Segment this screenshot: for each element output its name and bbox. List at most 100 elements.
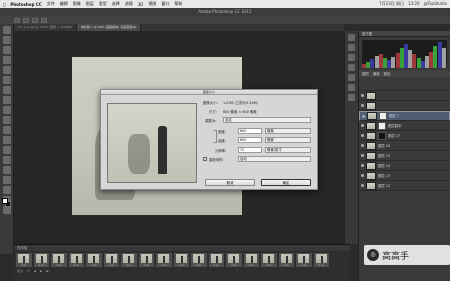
styles-panel-icon[interactable] [348, 84, 355, 91]
menu-window[interactable]: 窗口 [161, 1, 169, 7]
play-icon[interactable]: ▶ [40, 269, 42, 273]
layers-filter-bar[interactable] [359, 77, 450, 91]
apple-icon[interactable]:  [3, 2, 5, 7]
menu-3d[interactable]: 3D [138, 2, 144, 7]
timeline-frame[interactable]: 0.2s [208, 253, 225, 267]
frame-delay[interactable]: 0.2s [139, 264, 155, 267]
next-frame-icon[interactable]: ▶| [46, 269, 49, 273]
visibility-eye-icon[interactable] [361, 134, 364, 137]
timeline-frame[interactable]: 0.2s [138, 253, 155, 267]
ok-button[interactable]: 确定 [261, 179, 311, 186]
timeline-frame[interactable]: 0.2s [173, 253, 190, 267]
visibility-eye-icon[interactable] [361, 124, 364, 127]
hand-tool-icon[interactable] [2, 206, 11, 214]
blur-tool-icon[interactable] [2, 146, 11, 154]
visibility-eye-icon[interactable] [361, 174, 364, 177]
height-unit-select[interactable]: 像素 [265, 137, 311, 143]
history-brush-tool-icon[interactable] [2, 116, 11, 124]
visibility-eye-icon[interactable] [361, 144, 364, 147]
timeline-frame[interactable]: 0.2s [261, 253, 277, 267]
foreground-color-swatch[interactable] [2, 198, 8, 204]
width-input[interactable]: 600 [238, 128, 262, 134]
timeline-frame[interactable]: 0.2s [156, 253, 172, 267]
adjustments-panel-icon[interactable] [348, 74, 355, 81]
timeline-frame[interactable]: 0.2s [103, 253, 119, 267]
user-label[interactable]: @TaoStudio [424, 1, 447, 7]
swatches-panel-icon[interactable] [348, 64, 355, 71]
document-tab-1[interactable]: 0 1 1 1.psd @ 100% (图层 1, RGB/8) [14, 24, 77, 31]
visibility-eye-icon[interactable] [361, 164, 364, 167]
layer-row[interactable]: 图层 23 [359, 171, 450, 181]
frame-delay[interactable]: 0.2s [16, 264, 32, 267]
fit-select[interactable]: 自定 [223, 117, 311, 123]
frame-delay[interactable]: 0.2s [244, 264, 260, 267]
cancel-button[interactable]: 取消 [205, 179, 255, 186]
visibility-eye-icon[interactable] [361, 154, 364, 157]
brush-panel-icon[interactable] [348, 94, 355, 101]
menu-type[interactable]: 类型 [99, 1, 107, 7]
layer-row[interactable]: 图层副本 [359, 121, 450, 131]
brush-tool-icon[interactable] [2, 96, 11, 104]
frame-delay[interactable]: 0.2s [296, 264, 312, 267]
frame-delay[interactable]: 0.2s [156, 264, 172, 267]
menu-filter[interactable]: 滤镜 [125, 1, 133, 7]
frame-delay[interactable]: 0.2s [261, 264, 277, 267]
eraser-tool-icon[interactable] [2, 126, 11, 134]
menu-layer[interactable]: 图层 [86, 1, 94, 7]
document-tab-2[interactable]: 未标题-1 @ 50% (图层副本, 灰度蒙版/8) [76, 24, 142, 31]
frame-delay[interactable]: 0.2s [209, 264, 225, 267]
history-panel-icon[interactable] [348, 34, 355, 41]
timeline-frame[interactable]: 0.2s [226, 253, 242, 267]
timeline-frame[interactable]: 0.2s [121, 253, 137, 267]
prev-frame-icon[interactable]: ◀ [34, 269, 36, 273]
eyedropper-tool-icon[interactable] [2, 76, 11, 84]
properties-panel-icon[interactable] [348, 44, 355, 51]
visibility-eye-icon[interactable] [361, 104, 364, 107]
frame-delay[interactable]: 0.2s [226, 264, 242, 267]
color-panel-icon[interactable] [348, 54, 355, 61]
layer-row[interactable]: 图层 24 [359, 161, 450, 171]
option-control-3[interactable] [32, 17, 38, 23]
app-menu[interactable]: Photoshop CC [10, 2, 41, 7]
frame-delay[interactable]: 0.2s [314, 264, 330, 267]
layer-row[interactable] [359, 101, 450, 111]
menu-edit[interactable]: 编辑 [60, 1, 68, 7]
frame-delay[interactable]: 0.2s [191, 264, 207, 267]
width-unit-select[interactable]: 像素 [265, 128, 311, 134]
layer-row[interactable]: 图层 26 [359, 141, 450, 151]
layer-row[interactable]: 图层 27 [359, 131, 450, 141]
layer-row[interactable]: 图层 25 [359, 151, 450, 161]
layer-row[interactable]: 图层 1 [359, 111, 450, 121]
visibility-eye-icon[interactable] [362, 114, 365, 118]
layer-mask-thumbnail[interactable] [378, 131, 386, 140]
tab-paths[interactable]: 路径 [384, 71, 391, 77]
lasso-tool-icon[interactable] [2, 46, 11, 54]
frame-delay[interactable]: 0.2s [69, 264, 85, 267]
dialog-preview[interactable] [107, 103, 197, 183]
pen-tool-icon[interactable] [2, 166, 11, 174]
option-control-4[interactable] [41, 17, 47, 23]
option-control-1[interactable] [14, 17, 20, 23]
tab-layers[interactable]: 图层 [362, 71, 369, 77]
frame-delay[interactable]: 0.2s [51, 264, 67, 267]
timeline-frame[interactable]: 0.2s [33, 253, 49, 267]
frame-delay[interactable]: 0.2s [279, 264, 295, 267]
first-frame-icon[interactable]: ⏮ [27, 269, 30, 273]
layer-row[interactable] [359, 91, 450, 101]
timeline-frame[interactable]: 0.2s [68, 253, 85, 267]
menu-view[interactable]: 视图 [148, 1, 156, 7]
layer-mask-thumbnail[interactable] [378, 121, 386, 130]
layer-mask-thumbnail[interactable] [379, 112, 387, 120]
visibility-eye-icon[interactable] [361, 184, 364, 187]
timeline-frame[interactable]: 0.2s [16, 253, 32, 267]
type-tool-icon[interactable] [2, 176, 11, 184]
height-input[interactable]: 600 [238, 137, 262, 143]
timeline-frame[interactable]: 0.2s [296, 253, 312, 267]
menu-help[interactable]: 帮助 [174, 1, 182, 7]
timeline-frame[interactable]: 0.2s [278, 253, 295, 267]
layer-row[interactable]: 图层 22 [359, 181, 450, 191]
path-select-tool-icon[interactable] [2, 186, 11, 194]
loop-select[interactable]: 永远 [17, 269, 23, 273]
frame-delay[interactable]: 0.2s [174, 264, 190, 267]
timeline-frame[interactable]: 0.2s [313, 253, 330, 267]
